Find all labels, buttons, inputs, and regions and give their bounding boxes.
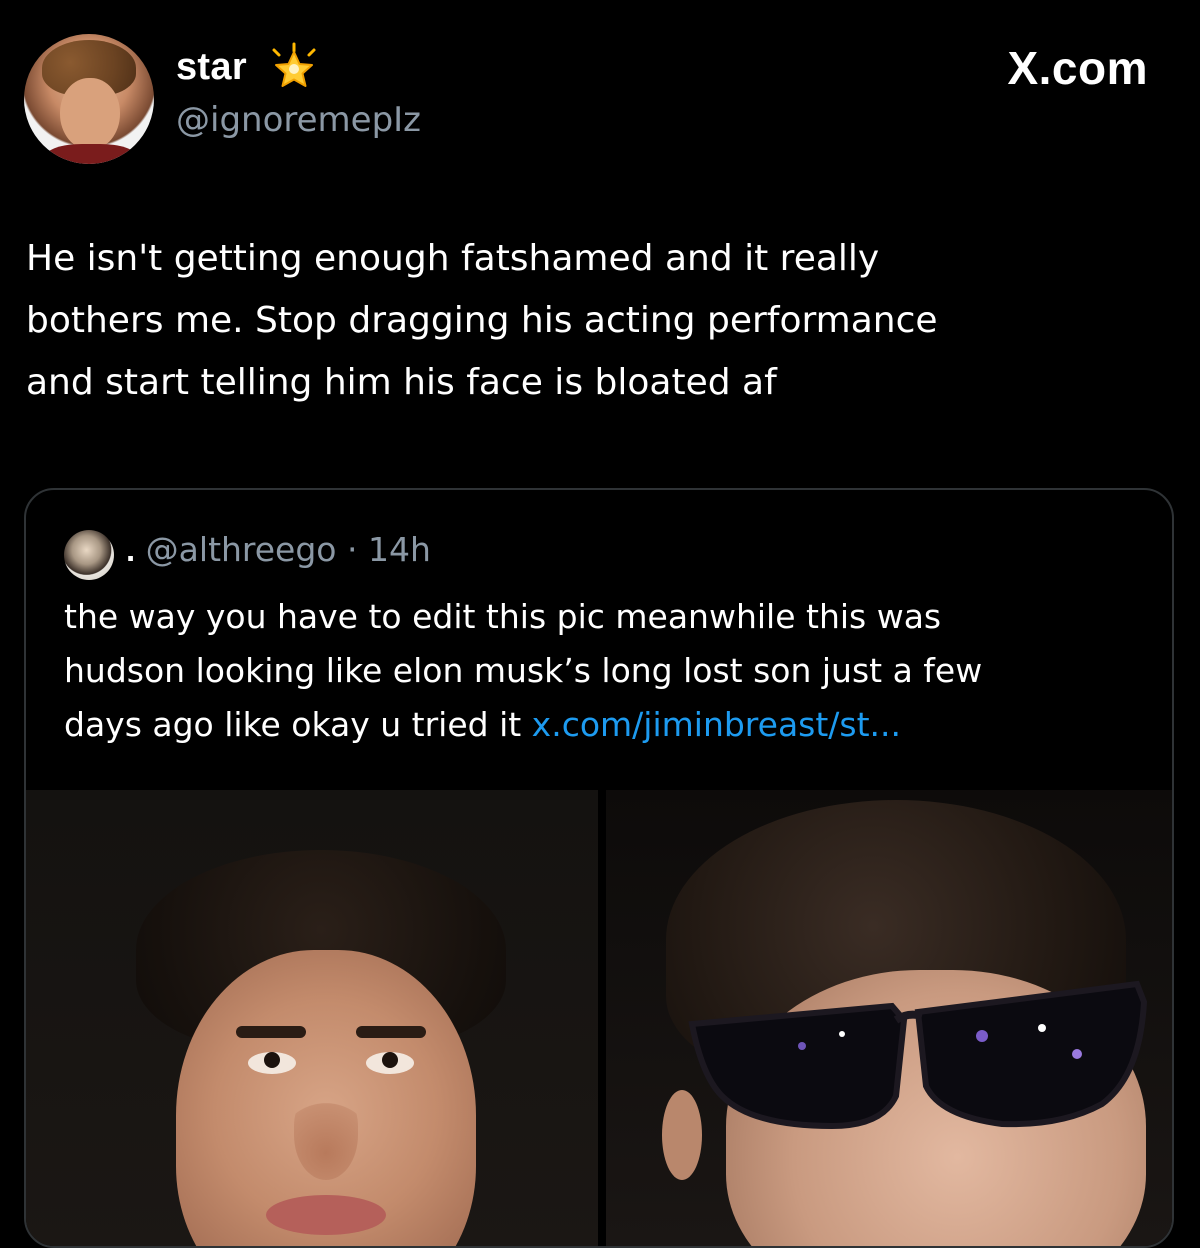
tweet-text: He isn't getting enough fatshamed and it… (26, 228, 1176, 414)
quoted-handle[interactable]: @althreego (146, 530, 337, 569)
quoted-display-name[interactable]: . (126, 531, 135, 568)
sunglasses-graphic (688, 980, 1148, 1130)
media-photo-left[interactable] (26, 790, 598, 1246)
media-photo-right[interactable] (606, 790, 1172, 1246)
quoted-link[interactable]: x.com/jiminbreast/st... (532, 705, 901, 744)
photo-nose (294, 1090, 358, 1180)
tweet-text-line: bothers me. Stop dragging his acting per… (26, 300, 938, 341)
photo-brow (356, 1026, 426, 1038)
sparkle-star-icon (272, 42, 316, 87)
photo-brow (236, 1026, 306, 1038)
avatar-shirt (46, 144, 136, 164)
quoted-media-grid (26, 790, 1172, 1246)
quoted-avatar[interactable] (64, 530, 114, 580)
quoted-text-line: the way you have to edit this pic meanwh… (64, 597, 942, 636)
quoted-text-line: hudson looking like elon musk’s long los… (64, 651, 983, 690)
quoted-text-segment: days ago like okay u tried it (64, 705, 532, 744)
tweet-text-line: and start telling him his face is bloate… (26, 362, 777, 403)
tweet-text-line: He isn't getting enough fatshamed and it… (26, 238, 880, 279)
x-brand-logo: X.com (1007, 42, 1148, 94)
photo-eye (248, 1052, 296, 1074)
quoted-timestamp[interactable]: 14h (368, 530, 431, 569)
quoted-tweet-text: the way you have to edit this pic meanwh… (64, 590, 1154, 752)
display-name[interactable]: star (176, 40, 247, 94)
photo-lips (266, 1195, 386, 1235)
quoted-tweet-card[interactable]: . @althreego · 14h the way you have to e… (24, 488, 1174, 1248)
avatar-face (60, 78, 120, 150)
user-handle[interactable]: @ignoremepIz (176, 96, 421, 144)
quoted-text-line-last: days ago like okay u tried it x.com/jimi… (64, 698, 1154, 752)
profile-avatar[interactable] (24, 34, 154, 164)
photo-eye (366, 1052, 414, 1074)
quoted-tweet-header: . @althreego · 14h (126, 526, 431, 574)
header-separator: · (347, 530, 358, 569)
